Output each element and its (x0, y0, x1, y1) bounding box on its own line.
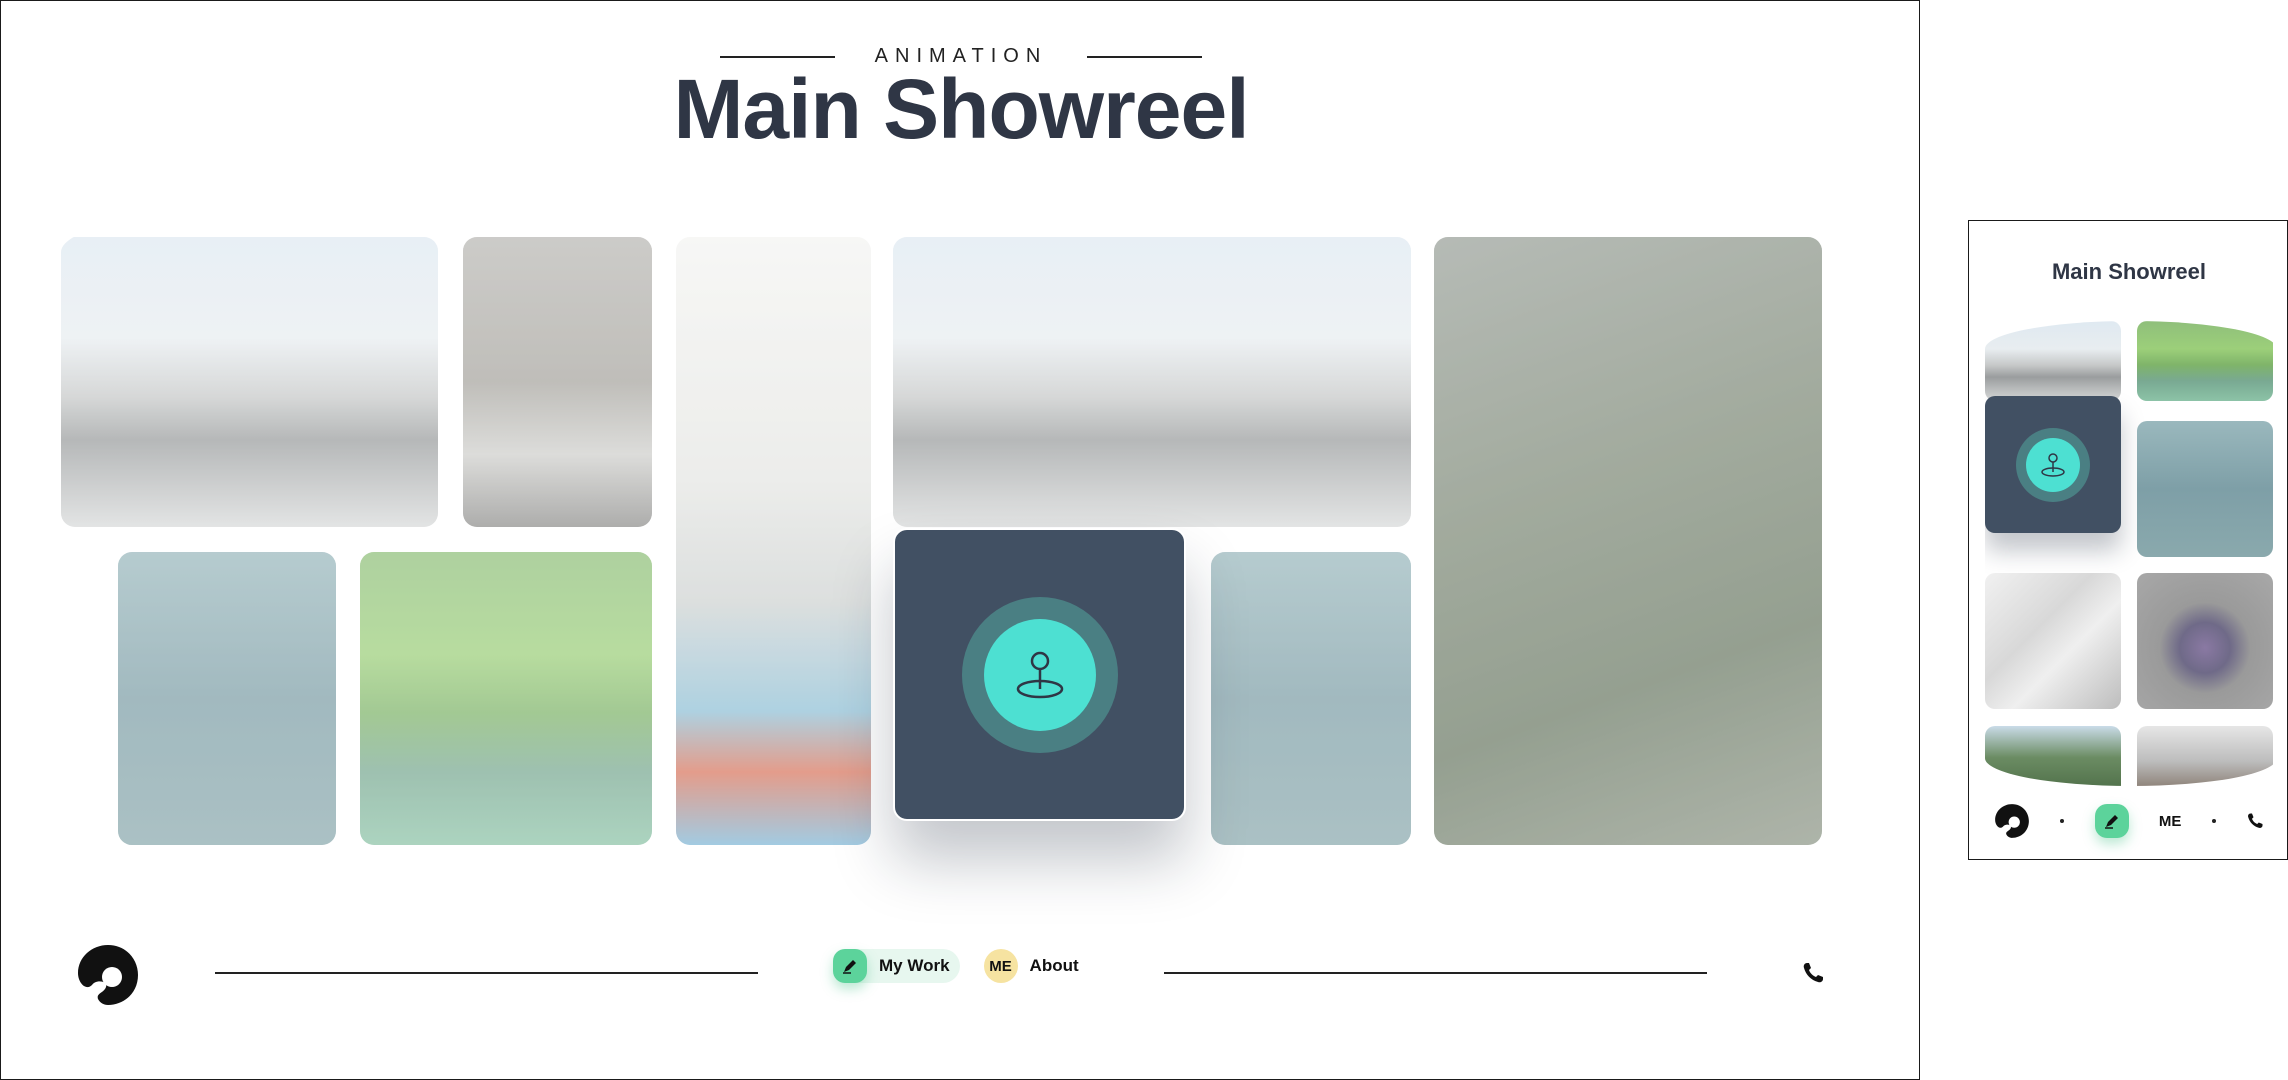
nav-item-label: My Work (879, 956, 950, 975)
mobile-me-link[interactable]: ME (2159, 813, 2182, 830)
featured-core (983, 618, 1096, 731)
gallery-tile-farm[interactable] (360, 552, 652, 845)
featured-ring (961, 596, 1118, 753)
mobile-featured-core (2026, 437, 2080, 492)
me-badge: ME (983, 949, 1018, 983)
mobile-tile-house[interactable] (2137, 726, 2273, 786)
mobile-featured-ring (2016, 427, 2090, 502)
gallery-tile-water[interactable] (118, 552, 336, 845)
mobile-preview: Main Showreel ME (1968, 220, 2288, 860)
phone-icon[interactable] (2246, 812, 2264, 830)
mobile-tile-street[interactable] (1985, 321, 2121, 401)
mobile-title: Main Showreel (2051, 259, 2207, 284)
footer-rule-left (215, 972, 758, 974)
gallery-tile-water-2[interactable] (1211, 552, 1411, 845)
mobile-tile-farm[interactable] (2137, 321, 2273, 401)
map-pin-icon (1016, 651, 1063, 698)
mobile-tile-crystal[interactable] (2137, 573, 2273, 709)
eyebrow-line-left (719, 55, 835, 58)
phone-icon[interactable] (1801, 961, 1825, 985)
nav-dot (2060, 819, 2065, 823)
mobile-tile-trees[interactable] (1985, 726, 2121, 786)
gallery-tile-rose[interactable] (1434, 237, 1822, 845)
mobile-tile-water[interactable] (2137, 421, 2273, 557)
gallery-tile-door[interactable] (463, 237, 652, 527)
mobile-featured-card[interactable] (1985, 396, 2121, 533)
nav-item-about[interactable]: ME About (983, 949, 1089, 983)
mobile-gallery (1985, 321, 2277, 786)
nav-dot (2211, 819, 2216, 823)
nav-item-label: About (1029, 956, 1079, 975)
featured-card[interactable] (893, 528, 1186, 821)
eyebrow-line-right (1087, 55, 1203, 58)
gallery-tile-street[interactable] (61, 237, 438, 527)
nav-item-my-work[interactable]: My Work (833, 949, 960, 983)
main-nav: My Work ME About (833, 949, 1089, 983)
mobile-nav: ME (1969, 796, 2287, 846)
pen-icon[interactable] (2094, 804, 2129, 838)
desktop-frame: ANIMATION Main Showreel My Work ME About (0, 0, 1920, 1080)
map-pin-icon (2041, 452, 2065, 477)
pen-icon (833, 949, 867, 983)
gallery-tile-sink[interactable] (676, 237, 871, 845)
gallery-tile-street-2[interactable] (893, 237, 1411, 527)
blob-logo-icon[interactable] (1994, 803, 2030, 839)
mobile-tile-building[interactable] (1985, 573, 2121, 709)
footer-rule-right (1164, 972, 1707, 974)
blob-logo-icon[interactable] (76, 943, 140, 1007)
page-title: Main Showreel (673, 62, 1249, 156)
